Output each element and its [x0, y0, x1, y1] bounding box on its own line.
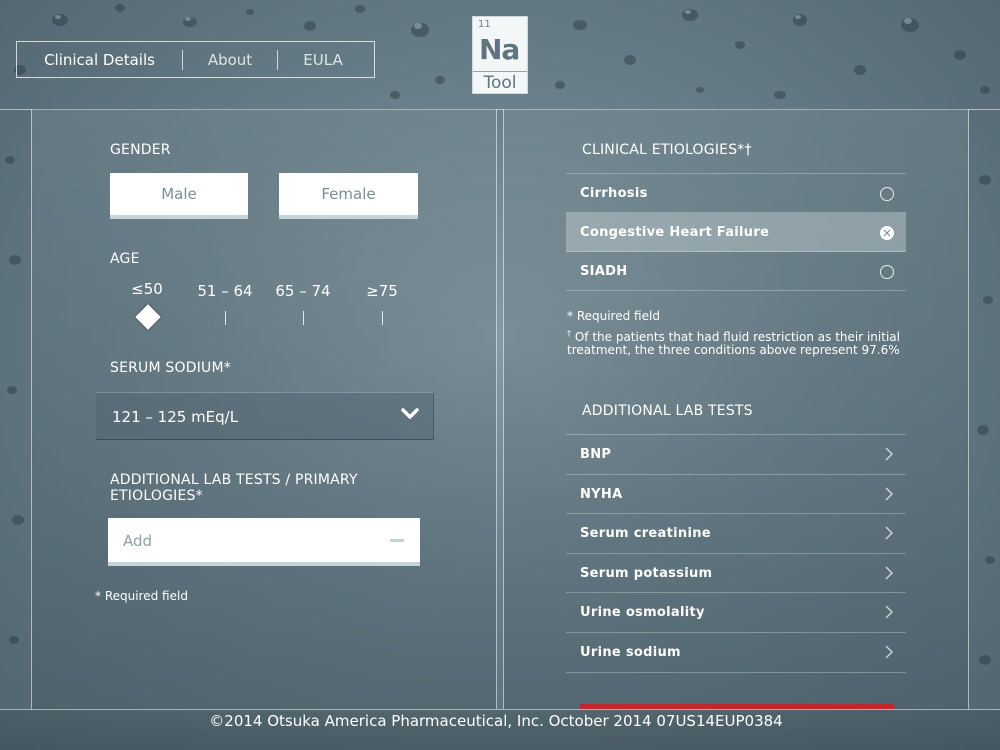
chevron-down-icon: [401, 408, 419, 419]
serum-sodium-value: 121 – 125 mEq/L: [112, 408, 239, 426]
chevron-right-icon: [885, 526, 894, 540]
logo-label: Tool: [473, 71, 527, 93]
etiology-cirrhosis[interactable]: Cirrhosis: [566, 174, 906, 213]
lab-test-label: Urine osmolality: [580, 605, 705, 620]
footer: ©2014 Otsuka America Pharmaceutical, Inc…: [0, 709, 1000, 750]
lab-test-urine-osmolality[interactable]: Urine osmolality: [566, 593, 906, 633]
lab-test-label: NYHA: [580, 487, 623, 502]
age-option-50-under[interactable]: ≤50: [117, 280, 177, 298]
left-panel: GENDER Male Female AGE ≤50 51 – 64 65 – …: [31, 109, 497, 710]
required-field-note: * Required field: [567, 309, 660, 323]
age-option-51-64[interactable]: 51 – 64: [195, 282, 255, 300]
lab-test-label: Serum creatinine: [580, 526, 711, 541]
chevron-right-icon: [885, 645, 894, 659]
lab-test-label: BNP: [580, 447, 612, 462]
footnote-text: Of the patients that had fluid restricti…: [567, 330, 900, 357]
tab-about[interactable]: About: [183, 42, 277, 77]
etiology-siadh[interactable]: SIADH: [566, 252, 906, 291]
lab-test-bnp[interactable]: BNP: [566, 435, 906, 475]
etiology-label: Cirrhosis: [580, 186, 648, 201]
logo-symbol: Na: [479, 33, 520, 66]
lab-test-urine-sodium[interactable]: Urine sodium: [566, 633, 906, 673]
serum-sodium-label: SERUM SODIUM*: [110, 360, 231, 376]
top-navigation: Clinical Details About EULA: [16, 41, 375, 78]
radio-icon: [880, 187, 894, 201]
age-slider-tick: [382, 311, 383, 325]
add-lab-test-field[interactable]: Add: [108, 518, 420, 562]
clinical-etiologies-label: CLINICAL ETIOLOGIES*†: [582, 142, 752, 158]
gender-label: GENDER: [110, 142, 171, 158]
footnote-mark: †: [567, 329, 571, 338]
age-option-75-over[interactable]: ≥75: [352, 282, 412, 300]
age-slider-handle[interactable]: [135, 304, 161, 330]
chevron-right-icon: [885, 487, 894, 501]
age-slider-tick: [303, 311, 304, 325]
logo-atomic-number: 11: [478, 19, 491, 30]
collapse-icon[interactable]: [390, 539, 404, 542]
gender-male-button[interactable]: Male: [110, 173, 248, 215]
age-label: AGE: [110, 251, 140, 267]
additional-tests-label: ADDITIONAL LAB TESTS / PRIMARY ETIOLOGIE…: [110, 472, 358, 504]
chevron-right-icon: [885, 447, 894, 461]
chevron-right-icon: [885, 605, 894, 619]
lab-test-nyha[interactable]: NYHA: [566, 475, 906, 514]
copyright-text: ©2014 Otsuka America Pharmaceutical, Inc…: [209, 712, 783, 730]
additional-lab-tests-label: ADDITIONAL LAB TESTS: [582, 403, 753, 419]
age-option-65-74[interactable]: 65 – 74: [273, 282, 333, 300]
tab-eula[interactable]: EULA: [278, 42, 368, 77]
etiology-label: SIADH: [580, 264, 628, 279]
footnote: † Of the patients that had fluid restric…: [567, 327, 907, 357]
lab-test-serum-potassium[interactable]: Serum potassium: [566, 554, 906, 593]
tab-clinical-details[interactable]: Clinical Details: [17, 42, 182, 77]
serum-sodium-select[interactable]: 121 – 125 mEq/L: [96, 392, 434, 440]
etiology-label: Congestive Heart Failure: [580, 225, 770, 240]
radio-icon: [880, 265, 894, 279]
etiology-congestive-heart-failure[interactable]: Congestive Heart Failure ✕: [566, 213, 906, 252]
selected-x-icon: ✕: [880, 226, 894, 240]
add-placeholder: Add: [123, 532, 153, 550]
right-panel: CLINICAL ETIOLOGIES*† Cirrhosis Congesti…: [503, 109, 969, 710]
age-slider-tick: [225, 311, 226, 325]
required-field-note: * Required field: [95, 589, 188, 603]
lab-test-label: Urine sodium: [580, 645, 681, 660]
gender-female-button[interactable]: Female: [279, 173, 418, 215]
lab-test-serum-creatinine[interactable]: Serum creatinine: [566, 514, 906, 554]
lab-test-label: Serum potassium: [580, 566, 713, 581]
na-tool-logo: 11 Na Tool: [472, 16, 528, 94]
chevron-right-icon: [885, 566, 894, 580]
